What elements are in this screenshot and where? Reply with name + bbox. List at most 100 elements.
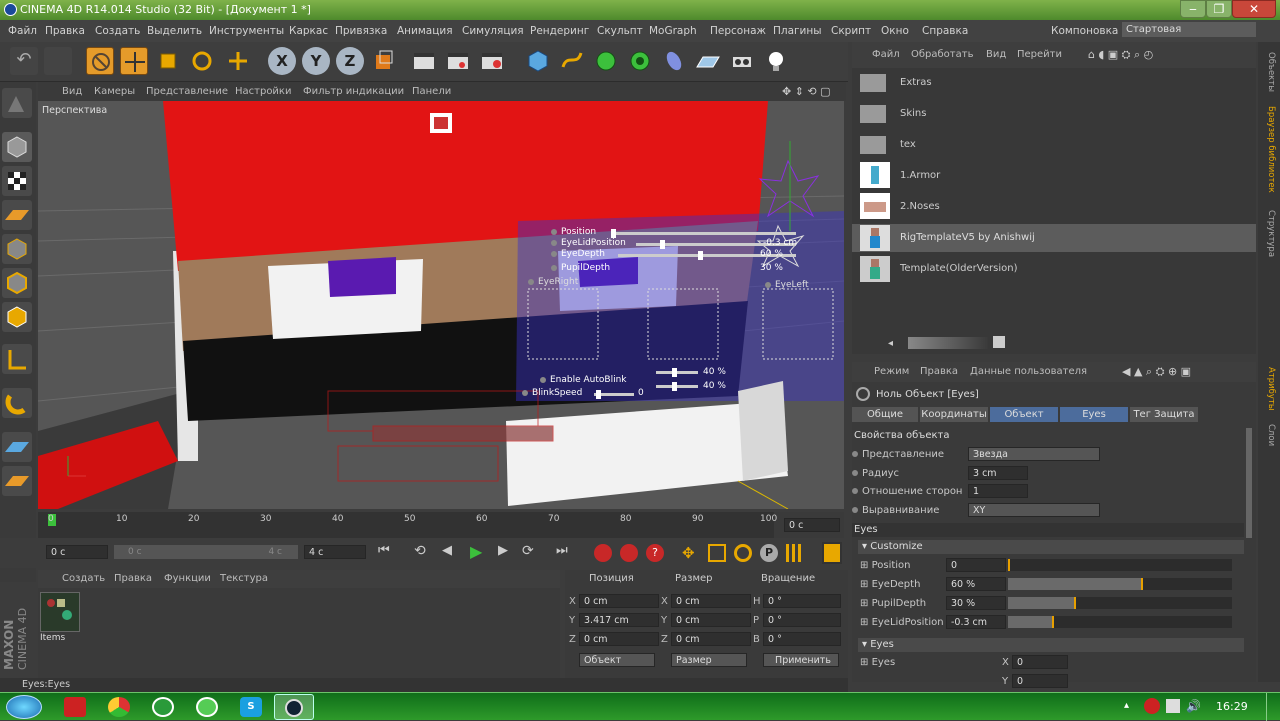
prev-frame-icon[interactable]: ◀ [442, 543, 464, 563]
cube-primitive-icon[interactable] [524, 47, 552, 75]
autokey-icon[interactable] [620, 544, 638, 562]
coord-rot-b[interactable]: 0 ° [763, 632, 841, 646]
object-item-tex[interactable]: tex [900, 139, 916, 150]
show-desktop-button[interactable] [1266, 693, 1280, 721]
hud-slider-40b[interactable] [656, 382, 698, 391]
user-icon[interactable] [993, 336, 1005, 348]
deformer-icon[interactable] [660, 47, 688, 75]
snapping-icon[interactable] [2, 432, 32, 462]
rotate-tool-icon[interactable] [188, 47, 216, 75]
chrome-icon[interactable] [108, 697, 130, 717]
record-keys-icon[interactable] [594, 544, 612, 562]
viewport-nav-icons[interactable]: ✥ ⇕ ⟲ ▢ [782, 82, 831, 101]
material-menu-create[interactable]: Создать [62, 570, 105, 588]
tab-object[interactable]: Объект [990, 407, 1058, 422]
slider-eyelid-field[interactable]: -0.3 cm [946, 615, 1006, 629]
apply-button[interactable]: Применить [763, 653, 839, 667]
object-item-rigtemplate[interactable]: RigTemplateV5 by Anishwij [900, 232, 1035, 243]
tweak-mode-icon[interactable] [2, 388, 32, 418]
object-menu-view[interactable]: Вид [986, 42, 1006, 68]
slider-pupildepth-field[interactable]: 30 % [946, 596, 1006, 610]
current-frame-field[interactable]: 0 c [784, 518, 840, 532]
menu-animate[interactable]: Анимация [397, 20, 453, 42]
viewport-menu-view[interactable]: Вид [62, 82, 82, 101]
slider-position-field[interactable]: 0 [946, 558, 1006, 572]
skype-icon[interactable]: S [240, 697, 262, 717]
polygons-mode-icon[interactable] [2, 302, 32, 332]
menu-snap[interactable]: Привязка [335, 20, 387, 42]
hud-blinkspeed-slider[interactable] [594, 390, 634, 399]
eyes-x-field[interactable]: 0 [1012, 655, 1068, 669]
prop-orientation-select[interactable]: XY [968, 503, 1100, 517]
coord-size-z[interactable]: 0 cm [671, 632, 751, 646]
point-level-key-icon[interactable] [786, 544, 804, 562]
maximize-button[interactable]: ❐ [1206, 0, 1232, 18]
y-axis-lock-icon[interactable]: Y [302, 47, 330, 75]
slider-eyedepth-field[interactable]: 60 % [946, 577, 1006, 591]
coord-rot-h[interactable]: 0 ° [763, 594, 841, 608]
coord-pos-y[interactable]: 3.417 cm [579, 613, 659, 627]
utorrent-icon[interactable] [152, 697, 174, 717]
workplane-mode-icon[interactable] [2, 200, 32, 230]
slider-pupildepth-bar[interactable] [1008, 597, 1232, 609]
tab-coordinates[interactable]: Координаты [920, 407, 988, 422]
coordinate-system-icon[interactable] [224, 47, 252, 75]
hud-position-slider[interactable] [611, 229, 796, 238]
eyes-y-field[interactable]: 0 [1012, 674, 1068, 688]
object-item-noses[interactable]: 2.Noses [900, 201, 940, 212]
slider-eyedepth-bar[interactable] [1008, 578, 1232, 590]
prop-aspect-field[interactable]: 1 [968, 484, 1028, 498]
menu-edit[interactable]: Правка [45, 20, 85, 42]
menu-simulate[interactable]: Симуляция [462, 20, 524, 42]
timeline-ruler[interactable]: 0 10 20 30 40 50 60 70 80 90 100 0 c [38, 512, 844, 538]
subdivision-surface-icon[interactable] [592, 47, 620, 75]
cinema4d-taskbar-icon[interactable] [274, 694, 314, 720]
spline-pen-icon[interactable] [558, 47, 586, 75]
render-settings-icon[interactable] [478, 47, 506, 75]
coord-pos-x[interactable]: 0 cm [579, 594, 659, 608]
menu-help[interactable]: Справка [922, 20, 968, 42]
menu-sculpt[interactable]: Скульпт [597, 20, 643, 42]
coord-rot-p[interactable]: 0 ° [763, 613, 841, 627]
side-tab-structure[interactable]: Структура [1262, 210, 1276, 270]
go-to-start-icon[interactable]: ⏮ [378, 543, 400, 563]
prev-key-icon[interactable]: ⟲ [414, 543, 436, 563]
scale-tool-icon[interactable] [154, 47, 182, 75]
texture-mode-icon[interactable] [2, 166, 32, 196]
app-icon-green[interactable] [196, 697, 218, 717]
timeline-window-icon[interactable] [822, 542, 842, 564]
tab-protection-tag[interactable]: Тег Защита [1130, 407, 1198, 422]
menu-script[interactable]: Скрипт [831, 20, 871, 42]
position-key-icon[interactable]: ✥ [682, 544, 700, 562]
menu-plugins[interactable]: Плагины [773, 20, 822, 42]
render-to-picture-viewer-icon[interactable] [444, 47, 472, 75]
object-menu-process[interactable]: Обработать [911, 42, 973, 68]
app-icon-red[interactable] [64, 697, 86, 717]
hud-slider-40a[interactable] [656, 368, 698, 377]
light-object-icon[interactable] [762, 47, 790, 75]
menu-select[interactable]: Выделить [147, 20, 202, 42]
viewport-menu-display[interactable]: Представление [146, 82, 228, 101]
close-button[interactable]: ✕ [1232, 0, 1276, 18]
viewport-menu-panel[interactable]: Панели [412, 82, 451, 101]
side-tab-attributes[interactable]: Атрибуты [1262, 367, 1276, 427]
viewport-menu-options[interactable]: Настройки [235, 82, 291, 101]
range-slider[interactable]: 0 c 4 c [114, 545, 298, 559]
tray-expand-icon[interactable]: ▴ [1124, 700, 1129, 711]
viewport-menu-filter[interactable]: Фильтр индикации [303, 82, 404, 101]
object-item-armor[interactable]: 1.Armor [900, 170, 940, 181]
hud-autoblink-label[interactable]: Enable AutoBlink [540, 375, 627, 385]
object-toolbar-icons[interactable]: ⌂ ◖ ▣ ⛭ ⌕ ◴ [1088, 42, 1153, 68]
model-mode-icon[interactable] [2, 132, 32, 162]
next-frame-icon[interactable]: ▶ [498, 543, 520, 563]
menu-character[interactable]: Персонаж [710, 20, 766, 42]
next-key-icon[interactable]: ⟳ [522, 543, 544, 563]
attr-menu-mode[interactable]: Режим [874, 362, 909, 382]
menu-mesh[interactable]: Каркас [289, 20, 328, 42]
points-mode-icon[interactable] [2, 234, 32, 264]
edges-mode-icon[interactable] [2, 268, 32, 298]
material-menu-function[interactable]: Функции [164, 570, 211, 588]
snap-settings-icon[interactable] [2, 466, 32, 496]
end-frame-field[interactable]: 4 c [304, 545, 366, 559]
play-icon[interactable]: ▶ [470, 542, 492, 562]
